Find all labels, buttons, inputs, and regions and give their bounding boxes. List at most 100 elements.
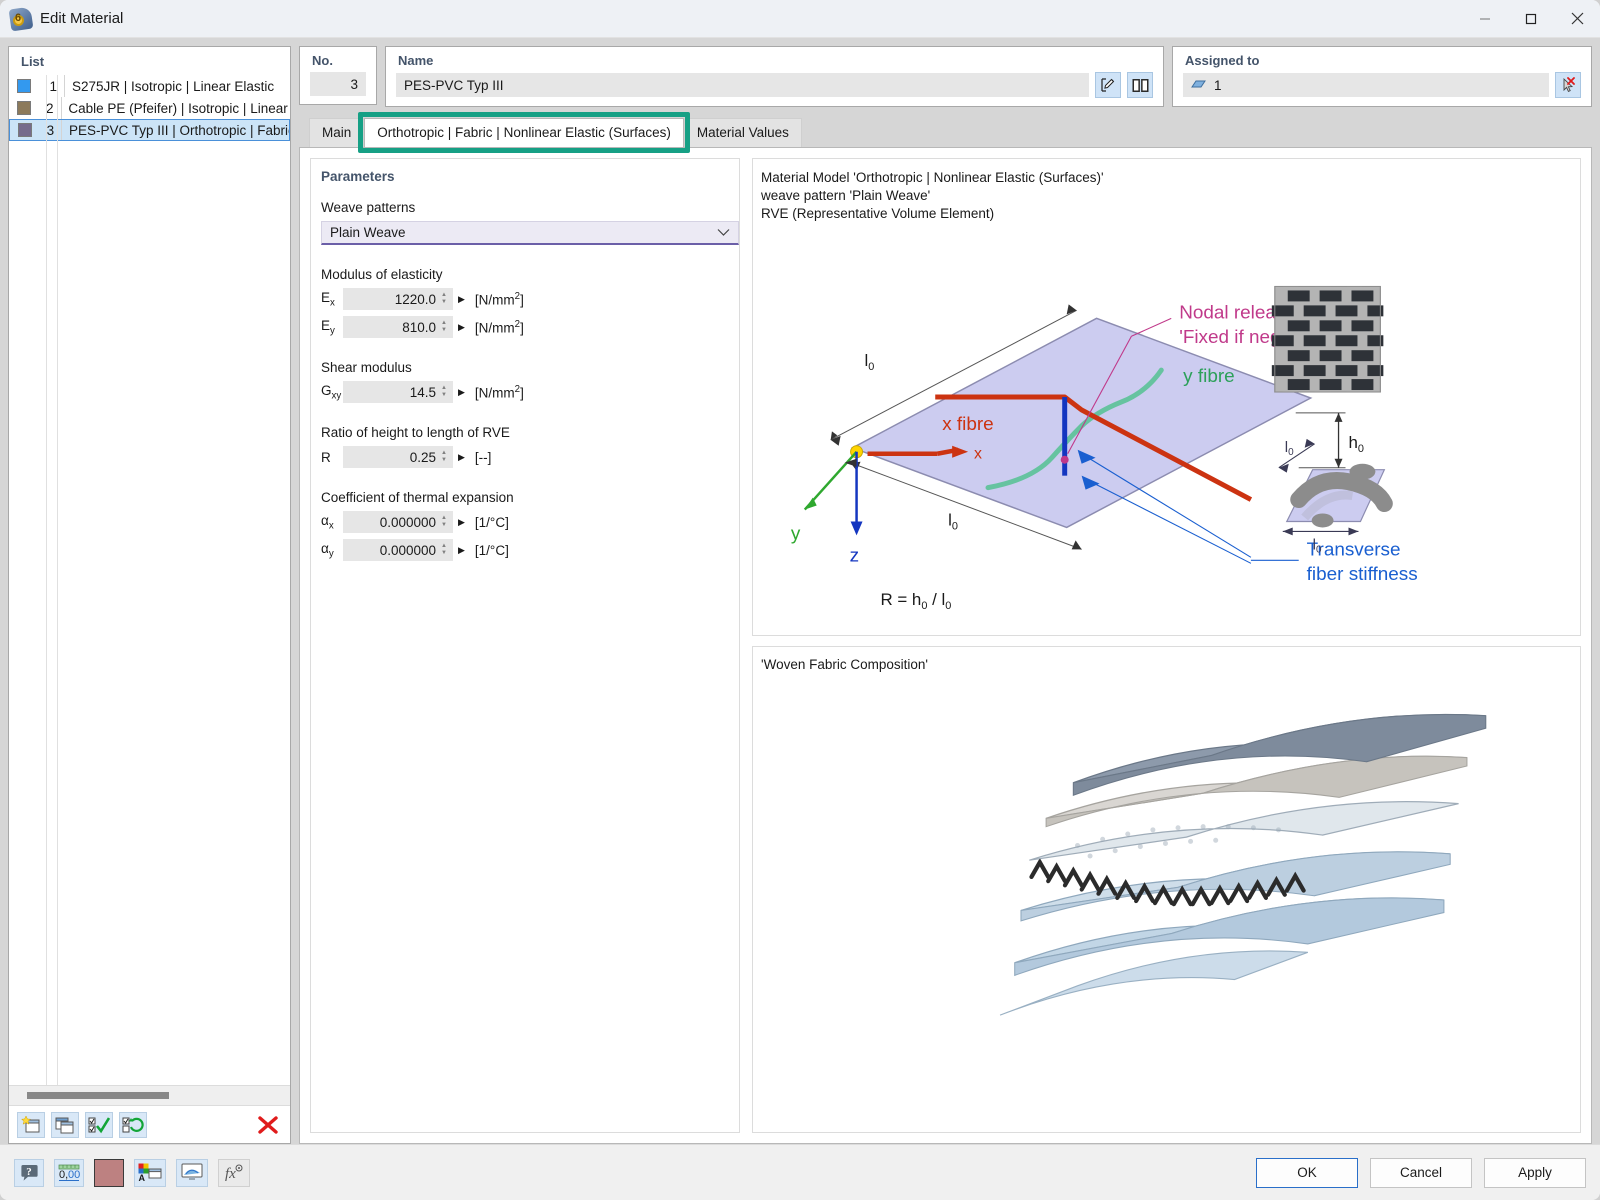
spinner-arrows[interactable]: ▲ ▼ bbox=[441, 543, 450, 556]
spinner-arrows[interactable]: ▲ ▼ bbox=[441, 450, 450, 463]
dialog-body: List 1 S275JR | Isotropic | Linear Elast… bbox=[0, 38, 1600, 1144]
Ey-input[interactable]: 810.0 ▲ ▼ bbox=[343, 316, 453, 338]
svg-text:0,: 0, bbox=[59, 1169, 68, 1181]
color-button[interactable] bbox=[94, 1158, 124, 1187]
transverse-label-2: fiber stiffness bbox=[1307, 564, 1418, 585]
Gxy-value: 14.5 bbox=[409, 384, 436, 400]
material-color-swatch bbox=[17, 101, 31, 115]
R-value: 0.25 bbox=[409, 449, 436, 465]
expand-arrow-icon[interactable]: ▶ bbox=[458, 545, 465, 556]
spinner-arrows[interactable]: ▲ ▼ bbox=[441, 385, 450, 398]
svg-text:fx: fx bbox=[225, 1166, 236, 1182]
book-library-icon[interactable] bbox=[1127, 72, 1153, 98]
edit-material-window: 6 Edit Material List 1 S275JR | Isotropi… bbox=[0, 0, 1600, 1200]
material-tag-icon: 6 bbox=[8, 6, 34, 31]
render-button[interactable] bbox=[176, 1158, 208, 1187]
units-button[interactable]: 0, 00 bbox=[54, 1158, 84, 1187]
parameters-title: Parameters bbox=[321, 169, 395, 184]
expand-arrow-icon[interactable]: ▶ bbox=[458, 452, 465, 463]
new-material-button[interactable] bbox=[17, 1111, 45, 1138]
woven-fabric-panel: 'Woven Fabric Composition' bbox=[752, 646, 1581, 1133]
dialog-action-buttons: OK Cancel Apply bbox=[1256, 1157, 1586, 1188]
material-list: 1 S275JR | Isotropic | Linear Elastic 2 … bbox=[9, 75, 290, 1085]
surface-icon bbox=[1191, 78, 1206, 93]
close-button[interactable] bbox=[1554, 0, 1600, 38]
maximize-button[interactable] bbox=[1508, 0, 1554, 38]
minimize-button[interactable] bbox=[1462, 0, 1508, 38]
expand-arrow-icon[interactable]: ▶ bbox=[458, 322, 465, 333]
R-input[interactable]: 0.25 ▲ ▼ bbox=[343, 446, 453, 468]
list-item[interactable]: 2 Cable PE (Pfeifer) | Isotropic | Linea… bbox=[9, 97, 290, 119]
list-item-number: 3 bbox=[46, 122, 55, 138]
list-item[interactable]: 1 S275JR | Isotropic | Linear Elastic bbox=[9, 75, 290, 97]
material-list-panel: List 1 S275JR | Isotropic | Linear Elast… bbox=[8, 46, 291, 1144]
expand-arrow-icon[interactable]: ▶ bbox=[458, 387, 465, 398]
formula-button[interactable]: fx bbox=[218, 1158, 250, 1187]
apply-button[interactable]: Apply bbox=[1484, 1157, 1586, 1188]
tab-main[interactable]: Main bbox=[309, 118, 365, 147]
param-row-Ex: Ex 1220.0 ▲ ▼ ▶ [N/mm2] bbox=[321, 288, 739, 310]
cursor-red-x-icon[interactable] bbox=[1555, 72, 1581, 98]
Gxy-input[interactable]: 14.5 ▲ ▼ bbox=[343, 381, 453, 403]
svg-text:y: y bbox=[791, 523, 801, 544]
tab-strip: Main Orthotropic | Fabric | Nonlinear El… bbox=[299, 112, 1592, 153]
expand-arrow-icon[interactable]: ▶ bbox=[458, 517, 465, 528]
weave-patterns-label: Weave patterns bbox=[321, 200, 416, 215]
list-horizontal-scrollbar[interactable] bbox=[9, 1085, 290, 1105]
name-label: Name bbox=[398, 53, 434, 68]
svg-text:A: A bbox=[139, 1173, 146, 1182]
assigned-to-label: Assigned to bbox=[1185, 53, 1260, 68]
name-field-box: Name PES-PVC Typ III bbox=[385, 46, 1164, 107]
svg-text:?: ? bbox=[26, 1166, 32, 1178]
param-symbol: Ey bbox=[321, 317, 335, 337]
alpha-x-unit: [1/°C] bbox=[474, 514, 509, 530]
help-button[interactable]: ? bbox=[14, 1158, 44, 1187]
list-item-label: Cable PE (Pfeifer) | Isotropic | Linear … bbox=[68, 100, 290, 116]
alpha-y-input[interactable]: 0.000000 ▲ ▼ bbox=[343, 539, 453, 561]
list-column-lines bbox=[9, 75, 290, 1085]
svg-text:y fibre: y fibre bbox=[1183, 366, 1235, 387]
cancel-button[interactable]: Cancel bbox=[1370, 1157, 1472, 1188]
window-title: Edit Material bbox=[40, 10, 124, 27]
tab-material-values[interactable]: Material Values bbox=[683, 118, 802, 147]
weave-pattern-select[interactable]: Plain Weave bbox=[321, 221, 739, 245]
expand-arrow-icon[interactable]: ▶ bbox=[458, 294, 465, 305]
param-symbol: Gxy bbox=[321, 382, 342, 402]
weave-pattern-value: Plain Weave bbox=[330, 225, 406, 240]
svg-text:00: 00 bbox=[68, 1169, 80, 1181]
select-all-button[interactable] bbox=[85, 1111, 113, 1138]
fabric-composition-illustration bbox=[753, 647, 1580, 1132]
assigned-to-input[interactable]: 1 bbox=[1183, 73, 1549, 97]
list-item-selected[interactable]: 3 PES-PVC Typ III | Orthotropic | Fabric… bbox=[9, 119, 290, 141]
delete-material-button[interactable] bbox=[254, 1112, 282, 1138]
spinner-arrows[interactable]: ▲ ▼ bbox=[441, 515, 450, 528]
alpha-x-input[interactable]: 0.000000 ▲ ▼ bbox=[343, 511, 453, 533]
svg-text:z: z bbox=[850, 545, 859, 566]
invert-selection-button[interactable] bbox=[119, 1111, 147, 1138]
list-header: List bbox=[21, 54, 45, 69]
list-divider bbox=[64, 75, 65, 97]
assigned-to-box: Assigned to 1 bbox=[1172, 46, 1592, 107]
param-row-alphax: αx 0.000000 ▲ ▼ ▶ [1/°C] bbox=[321, 511, 739, 533]
svg-text:l0: l0 bbox=[948, 510, 958, 532]
display-properties-button[interactable]: A bbox=[134, 1158, 166, 1187]
rve-ratio-label: Ratio of height to length of RVE bbox=[321, 425, 510, 440]
ok-button[interactable]: OK bbox=[1256, 1157, 1358, 1188]
material-color-swatch bbox=[18, 123, 32, 137]
param-row-alphay: αy 0.000000 ▲ ▼ ▶ [1/°C] bbox=[321, 539, 739, 561]
param-symbol: R bbox=[321, 449, 331, 465]
scrollbar-thumb[interactable] bbox=[27, 1092, 170, 1099]
param-row-Gxy: Gxy 14.5 ▲ ▼ ▶ [N/mm2] bbox=[321, 381, 739, 403]
material-color-swatch bbox=[17, 79, 31, 93]
header-fields: No. 3 Name PES-PVC Typ III Assigned to 1 bbox=[299, 46, 1592, 107]
number-input[interactable]: 3 bbox=[310, 72, 366, 96]
pencil-edit-icon[interactable] bbox=[1095, 72, 1121, 98]
spinner-arrows[interactable]: ▲ ▼ bbox=[441, 320, 450, 333]
name-input[interactable]: PES-PVC Typ III bbox=[396, 73, 1089, 97]
tab-orthotropic-fabric[interactable]: Orthotropic | Fabric | Nonlinear Elastic… bbox=[364, 118, 684, 147]
Ex-input[interactable]: 1220.0 ▲ ▼ bbox=[343, 288, 453, 310]
copy-material-button[interactable] bbox=[51, 1111, 79, 1138]
Ex-value: 1220.0 bbox=[394, 291, 436, 307]
list-item-number: 2 bbox=[45, 100, 54, 116]
spinner-arrows[interactable]: ▲ ▼ bbox=[441, 292, 450, 305]
